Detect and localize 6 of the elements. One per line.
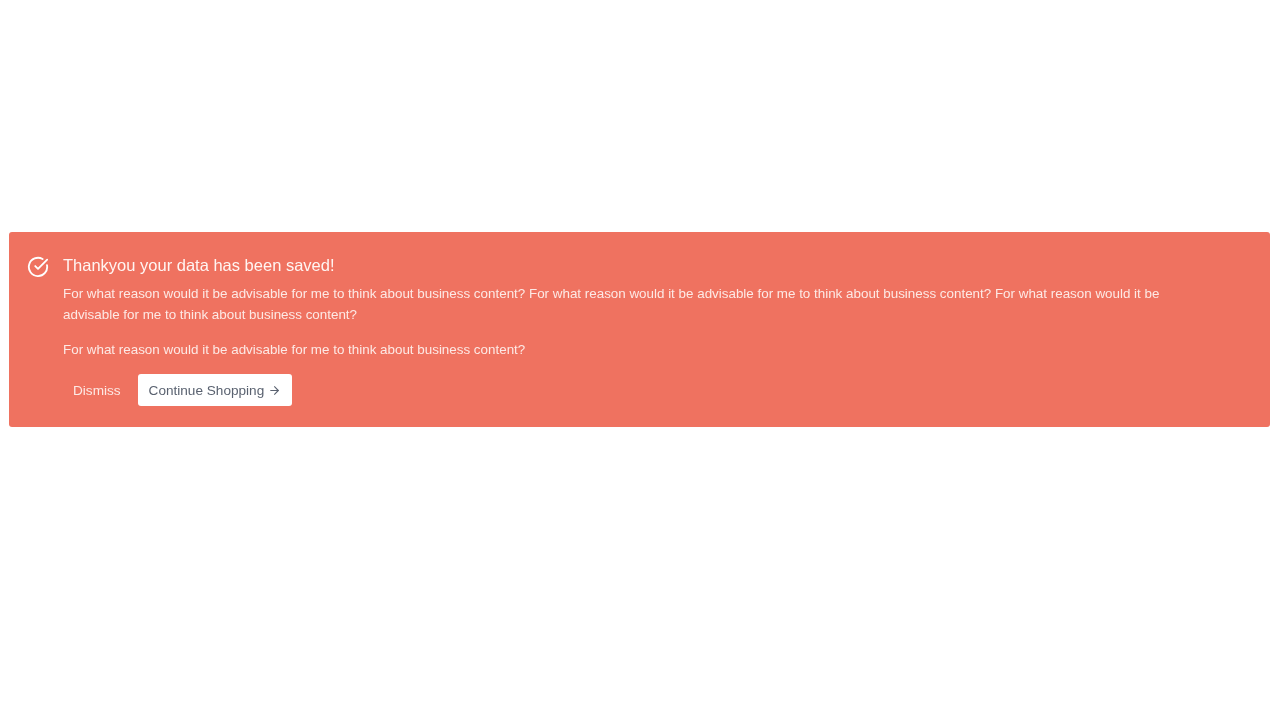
alert-message: For what reason would it be advisable for me to think about business content? For what reason would it be advisable for me to think about business content? For what reason would it be advisable for me to think about business content? [63, 285, 1161, 324]
continue-shopping-button[interactable]: Continue Shopping [137, 374, 293, 406]
alert-title: Thankyou your data has been saved! [63, 255, 336, 276]
alert-message: For what reason would it be advisable for me to think about business content? [63, 341, 527, 359]
arrow-right-icon [268, 383, 282, 397]
check-circle-icon [27, 256, 49, 278]
